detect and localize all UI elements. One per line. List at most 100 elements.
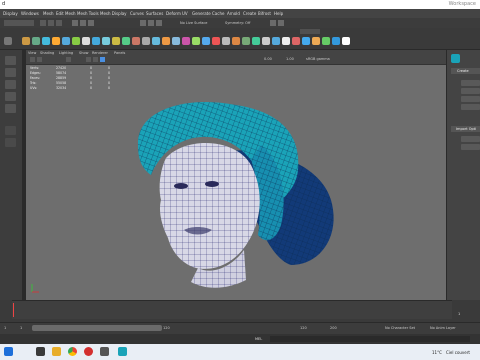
calculator-icon[interactable] <box>100 347 109 356</box>
camera-icon[interactable] <box>302 37 310 45</box>
exposure-field[interactable]: 0.00 <box>264 57 272 61</box>
menu-mesh-tools[interactable]: Mesh Tools <box>77 11 99 16</box>
cone-icon[interactable] <box>82 37 90 45</box>
bevel-icon[interactable] <box>132 37 140 45</box>
render-icon[interactable] <box>270 20 276 26</box>
right-btn-6[interactable] <box>461 144 480 150</box>
snap-curve-icon[interactable] <box>148 20 154 26</box>
current-frame-field[interactable]: 1 <box>458 312 460 316</box>
panel-menu-panels[interactable]: Panels <box>114 51 125 55</box>
chrome-icon[interactable] <box>68 347 77 356</box>
append-icon[interactable] <box>152 37 160 45</box>
sphere-icon[interactable] <box>32 37 40 45</box>
model-viewport-canvas[interactable] <box>26 50 446 300</box>
time-ruler[interactable] <box>12 300 452 319</box>
menu-mesh[interactable]: Mesh <box>43 11 54 16</box>
viewport[interactable] <box>26 50 446 300</box>
panel-menu-shading[interactable]: Shading <box>40 51 54 55</box>
anim-end-field[interactable]: 120 <box>300 326 307 330</box>
menu-help[interactable]: Help <box>274 11 283 16</box>
menu-display[interactable]: Display <box>3 11 18 16</box>
menu-bifrost[interactable]: Bifrost <box>258 11 271 16</box>
combine-icon[interactable] <box>92 37 100 45</box>
gamma-field[interactable]: 1.00 <box>286 57 294 61</box>
render-view-icon[interactable] <box>332 37 340 45</box>
cube-icon[interactable] <box>42 37 50 45</box>
lasso-tool-icon[interactable] <box>80 20 86 26</box>
camera-select-icon[interactable] <box>30 57 35 62</box>
current-time-marker[interactable] <box>13 303 14 317</box>
snapshot-icon[interactable] <box>342 37 350 45</box>
target-weld-icon[interactable] <box>182 37 190 45</box>
menu-windows[interactable]: Windows <box>21 11 39 16</box>
range-anim-start-field[interactable]: 1 <box>20 326 22 330</box>
shelf-settings-icon[interactable] <box>4 37 12 45</box>
anim-layer-dropdown[interactable]: No Anim Layer <box>430 326 456 330</box>
range-end-field[interactable]: 120 <box>163 326 170 330</box>
cylinder-icon[interactable] <box>52 37 60 45</box>
save-scene-icon[interactable] <box>56 20 62 26</box>
right-btn-5[interactable] <box>461 136 480 142</box>
anim-max-field[interactable]: 200 <box>330 326 337 330</box>
right-btn-3[interactable] <box>461 96 480 102</box>
camera-attr-icon[interactable] <box>37 57 42 62</box>
layout-four-icon[interactable] <box>5 138 16 147</box>
material-icon[interactable] <box>322 37 330 45</box>
smooth-icon[interactable] <box>112 37 120 45</box>
range-bar[interactable] <box>32 325 162 331</box>
menu-uv[interactable]: UV <box>182 11 188 16</box>
right-btn-4[interactable] <box>461 104 480 110</box>
time-slider[interactable]: 1 <box>0 300 480 322</box>
open-scene-icon[interactable] <box>48 20 54 26</box>
bridge-icon[interactable] <box>142 37 150 45</box>
snap-point-icon[interactable] <box>156 20 162 26</box>
snap-grid-icon[interactable] <box>140 20 146 26</box>
fill-hole-icon[interactable] <box>162 37 170 45</box>
range-start-field[interactable]: 1 <box>4 326 6 330</box>
weather-desc[interactable]: Ciel couvert <box>446 350 470 355</box>
wire-on-shaded-icon[interactable] <box>100 57 105 62</box>
menu-edit-mesh[interactable]: Edit Mesh <box>56 11 76 16</box>
panel-menu-lighting[interactable]: Lighting <box>59 51 73 55</box>
move-icon[interactable] <box>5 80 16 89</box>
layout-single-icon[interactable] <box>5 126 16 135</box>
paint-select-icon[interactable] <box>88 20 94 26</box>
delete-history-icon[interactable] <box>212 37 220 45</box>
smooth-shade-icon[interactable] <box>93 57 98 62</box>
opera-icon[interactable] <box>84 347 93 356</box>
xray-icon[interactable] <box>282 37 290 45</box>
symmetry-field[interactable]: Symmetry: Off <box>225 21 250 25</box>
windows-start-icon[interactable] <box>4 347 13 356</box>
rotate-icon[interactable] <box>5 92 16 101</box>
select-tool-icon[interactable] <box>72 20 78 26</box>
separate-icon[interactable] <box>102 37 110 45</box>
right-tab-create[interactable]: Create <box>451 68 480 74</box>
live-surface-field[interactable]: No Live Surface <box>180 21 207 25</box>
multi-cut-icon[interactable] <box>172 37 180 45</box>
lasso-icon[interactable] <box>5 68 16 77</box>
menu-cache[interactable]: Cache <box>212 11 224 16</box>
light-icon[interactable] <box>312 37 320 45</box>
extrude-icon[interactable] <box>122 37 130 45</box>
wireframe-icon[interactable] <box>272 37 280 45</box>
file-explorer-icon[interactable] <box>52 347 61 356</box>
checker-icon[interactable] <box>262 37 270 45</box>
mirror-icon[interactable] <box>242 37 250 45</box>
freeze-icon[interactable] <box>222 37 230 45</box>
plane-icon[interactable] <box>62 37 70 45</box>
panel-menu-show[interactable]: Show <box>79 51 88 55</box>
wireframe-toggle-icon[interactable] <box>86 57 91 62</box>
panel-menu-view[interactable]: View <box>28 51 36 55</box>
shelf-tab-active[interactable] <box>300 29 320 34</box>
uv-editor-icon[interactable] <box>202 37 210 45</box>
center-pivot-icon[interactable] <box>232 37 240 45</box>
panel-menu-renderer[interactable]: Renderer <box>92 51 108 55</box>
weather-temp[interactable]: 11°C <box>432 350 442 355</box>
right-tab-import[interactable]: Import Opti <box>451 126 480 132</box>
command-input[interactable] <box>270 336 470 342</box>
ipr-render-icon[interactable] <box>278 20 284 26</box>
maya-icon[interactable] <box>118 347 127 356</box>
menu-arnold[interactable]: Arnold <box>227 11 240 16</box>
grid-toggle-icon[interactable] <box>66 57 71 62</box>
curve-tool-icon[interactable] <box>22 37 30 45</box>
